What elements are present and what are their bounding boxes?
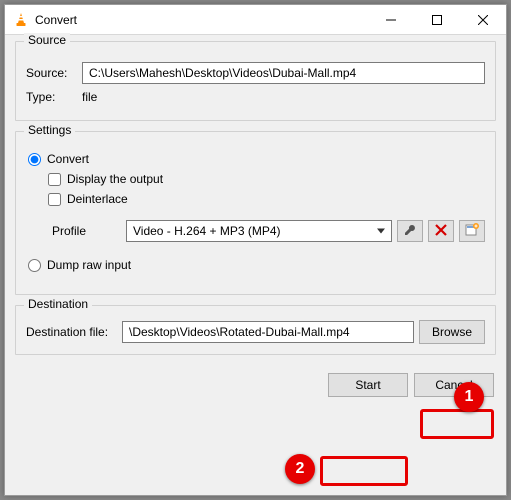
close-button[interactable] [460, 5, 506, 35]
destination-file-label: Destination file: [26, 325, 122, 339]
convert-radio-label: Convert [47, 152, 89, 166]
type-value: file [82, 90, 97, 104]
convert-dialog: Convert Source Source: Type: file Settin… [4, 4, 507, 496]
delete-profile-button[interactable] [428, 220, 454, 242]
settings-group-label: Settings [24, 123, 75, 137]
dialog-footer: Start Cancel [15, 365, 496, 399]
maximize-button[interactable] [414, 5, 460, 35]
profile-select-value: Video - H.264 + MP3 (MP4) [133, 224, 281, 238]
edit-profile-button[interactable] [397, 220, 423, 242]
convert-radio[interactable] [28, 153, 41, 166]
profile-select[interactable]: Video - H.264 + MP3 (MP4) [126, 220, 392, 242]
display-output-label: Display the output [67, 172, 163, 186]
display-output-checkbox[interactable] [48, 173, 61, 186]
source-group-label: Source [24, 33, 70, 47]
new-profile-button[interactable] [459, 220, 485, 242]
source-label: Source: [26, 66, 82, 80]
settings-group: Settings Convert Display the output Dein… [15, 131, 496, 295]
browse-button[interactable]: Browse [419, 320, 485, 344]
type-label: Type: [26, 90, 82, 104]
cancel-button[interactable]: Cancel [414, 373, 494, 397]
titlebar: Convert [5, 5, 506, 35]
source-group: Source Source: Type: file [15, 41, 496, 121]
wrench-icon [403, 223, 417, 240]
profile-label: Profile [52, 224, 126, 238]
vlc-icon [13, 12, 29, 28]
destination-file-field[interactable] [122, 321, 414, 343]
deinterlace-checkbox[interactable] [48, 193, 61, 206]
source-path-field[interactable] [82, 62, 485, 84]
window-title: Convert [35, 13, 368, 27]
deinterlace-label: Deinterlace [67, 192, 128, 206]
destination-group: Destination Destination file: Browse [15, 305, 496, 355]
destination-group-label: Destination [24, 297, 92, 311]
start-button[interactable]: Start [328, 373, 408, 397]
new-profile-icon [465, 223, 479, 240]
delete-x-icon [435, 224, 447, 239]
dump-radio[interactable] [28, 259, 41, 272]
minimize-button[interactable] [368, 5, 414, 35]
dump-radio-label: Dump raw input [47, 258, 131, 272]
